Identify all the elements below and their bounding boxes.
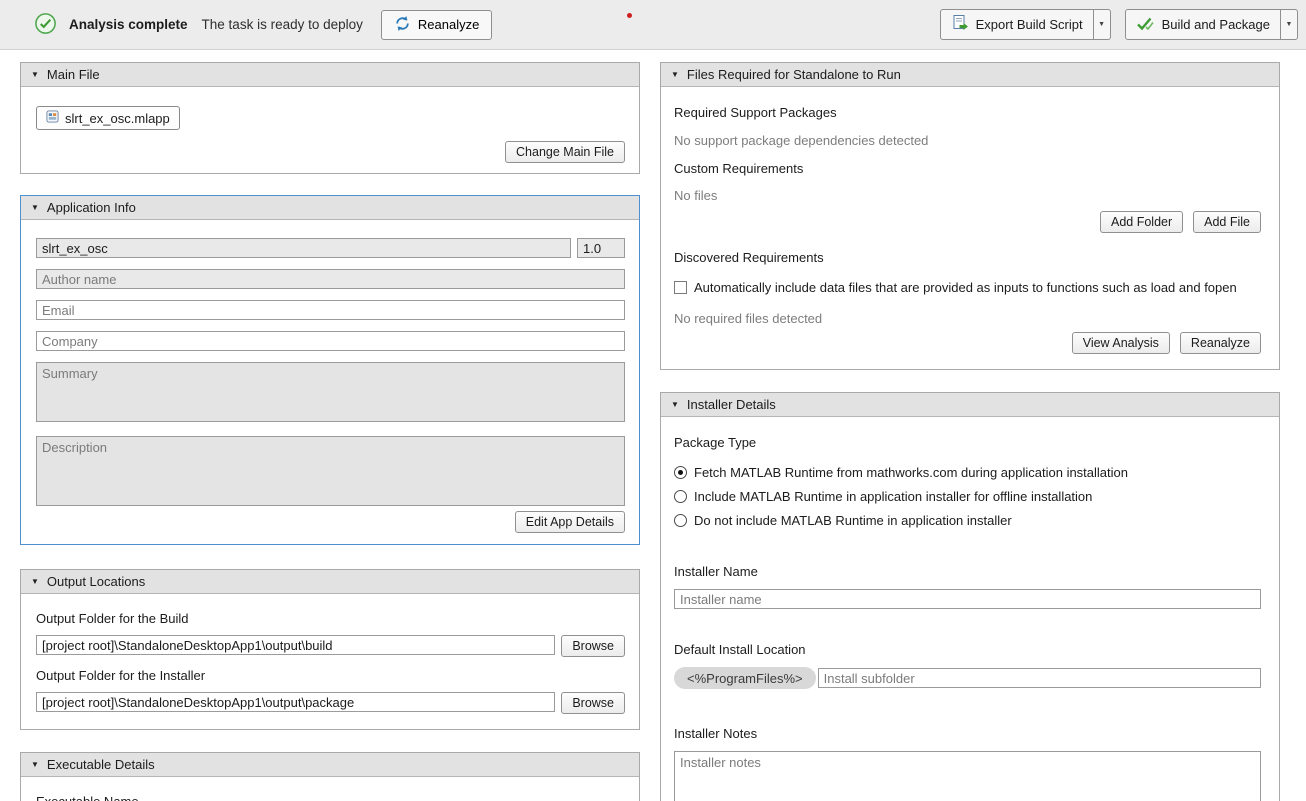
files-required-header[interactable]: ▼ Files Required for Standalone to Run [661,63,1279,87]
collapse-triangle-icon: ▼ [31,577,39,586]
executable-details-header-label: Executable Details [47,757,155,772]
summary-textarea[interactable] [36,362,625,422]
company-input[interactable] [36,331,625,351]
reanalyze-button-label: Reanalyze [418,17,479,32]
install-subfolder-input[interactable] [818,668,1261,688]
custom-requirements-label: Custom Requirements [674,161,1261,176]
custom-requirements-status: No files [674,188,1261,203]
application-info-panel: ▼ Application Info Edit App Details [20,195,640,545]
mlapp-file-icon [46,110,59,126]
installer-details-panel: ▼ Installer Details Package Type Fetch M… [660,392,1280,801]
author-name-input[interactable] [36,269,625,289]
email-input[interactable] [36,300,625,320]
runtime-include-radio-row: Include MATLAB Runtime in application in… [674,484,1261,508]
runtime-include-label: Include MATLAB Runtime in application in… [694,489,1092,504]
install-location-label: Default Install Location [674,642,1261,657]
export-build-script-icon [951,14,969,35]
runtime-include-radio[interactable] [674,490,687,503]
export-build-script-split-button: Export Build Script ▼ [940,9,1111,40]
installer-details-header[interactable]: ▼ Installer Details [661,393,1279,417]
chevron-down-icon: ▼ [1098,21,1105,28]
collapse-triangle-icon: ▼ [671,400,679,409]
add-folder-button[interactable]: Add Folder [1100,211,1183,233]
output-build-input[interactable] [36,635,555,655]
executable-name-label: Executable Name [36,794,625,801]
main-file-chip-label: slrt_ex_osc.mlapp [65,111,170,126]
output-locations-header-label: Output Locations [47,574,145,589]
export-dropdown-arrow[interactable]: ▼ [1094,9,1111,40]
view-analysis-button[interactable]: View Analysis [1072,332,1170,354]
output-installer-input[interactable] [36,692,555,712]
main-file-header[interactable]: ▼ Main File [21,63,639,87]
collapse-triangle-icon: ▼ [671,70,679,79]
program-files-token[interactable]: <%ProgramFiles%> [674,667,816,689]
chevron-down-icon: ▼ [1286,21,1293,28]
output-locations-panel: ▼ Output Locations Output Folder for the… [20,569,640,730]
export-build-script-label: Export Build Script [976,17,1083,32]
package-type-label: Package Type [674,435,1261,450]
description-textarea[interactable] [36,436,625,506]
refresh-icon [394,15,411,35]
application-info-header-label: Application Info [47,200,136,215]
build-dropdown-arrow[interactable]: ▼ [1281,9,1298,40]
build-and-package-split-button: Build and Package ▼ [1125,9,1298,40]
collapse-triangle-icon: ▼ [31,760,39,769]
output-build-label: Output Folder for the Build [36,611,625,626]
installer-details-header-label: Installer Details [687,397,776,412]
build-and-package-label: Build and Package [1162,17,1270,32]
reanalyze-files-button[interactable]: Reanalyze [1180,332,1261,354]
red-dot [627,13,632,18]
support-packages-label: Required Support Packages [674,105,1261,120]
status-subtitle: The task is ready to deploy [202,17,363,32]
build-and-package-button[interactable]: Build and Package [1125,9,1281,40]
main-file-panel: ▼ Main File slrt_ex_osc.mlapp Change Mai… [20,62,640,174]
auto-include-checkbox[interactable] [674,281,687,294]
installer-name-label: Installer Name [674,564,1261,579]
version-input[interactable] [577,238,625,258]
runtime-exclude-label: Do not include MATLAB Runtime in applica… [694,513,1012,528]
browse-installer-button[interactable]: Browse [561,692,625,714]
browse-build-button[interactable]: Browse [561,635,625,657]
collapse-triangle-icon: ▼ [31,203,39,212]
runtime-exclude-radio[interactable] [674,514,687,527]
main-file-header-label: Main File [47,67,100,82]
installer-notes-textarea[interactable] [674,751,1261,801]
output-locations-header[interactable]: ▼ Output Locations [21,570,639,594]
main-file-chip[interactable]: slrt_ex_osc.mlapp [36,106,180,130]
files-required-header-label: Files Required for Standalone to Run [687,67,901,82]
runtime-fetch-radio[interactable] [674,466,687,479]
reanalyze-button[interactable]: Reanalyze [381,10,492,40]
discovered-status: No required files detected [674,311,1261,326]
collapse-triangle-icon: ▼ [31,70,39,79]
export-build-script-button[interactable]: Export Build Script [940,9,1094,40]
executable-details-panel: ▼ Executable Details Executable Name [20,752,640,801]
installer-notes-label: Installer Notes [674,726,1261,741]
change-main-file-button[interactable]: Change Main File [505,141,625,163]
build-and-package-icon [1136,15,1155,35]
support-packages-status: No support package dependencies detected [674,133,1261,148]
discovered-requirements-label: Discovered Requirements [674,250,1261,265]
status-title: Analysis complete [69,17,188,32]
runtime-fetch-label: Fetch MATLAB Runtime from mathworks.com … [694,465,1128,480]
output-installer-label: Output Folder for the Installer [36,668,625,683]
auto-include-label: Automatically include data files that ar… [694,280,1237,295]
edit-app-details-button[interactable]: Edit App Details [515,511,625,533]
toolbar: Analysis complete The task is ready to d… [0,0,1306,50]
app-name-input[interactable] [36,238,571,258]
runtime-exclude-radio-row: Do not include MATLAB Runtime in applica… [674,508,1261,532]
application-info-header[interactable]: ▼ Application Info [21,196,639,220]
runtime-fetch-radio-row: Fetch MATLAB Runtime from mathworks.com … [674,460,1261,484]
status-check-icon [34,12,57,38]
add-file-button[interactable]: Add File [1193,211,1261,233]
executable-details-header[interactable]: ▼ Executable Details [21,753,639,777]
files-required-panel: ▼ Files Required for Standalone to Run R… [660,62,1280,370]
installer-name-input[interactable] [674,589,1261,609]
